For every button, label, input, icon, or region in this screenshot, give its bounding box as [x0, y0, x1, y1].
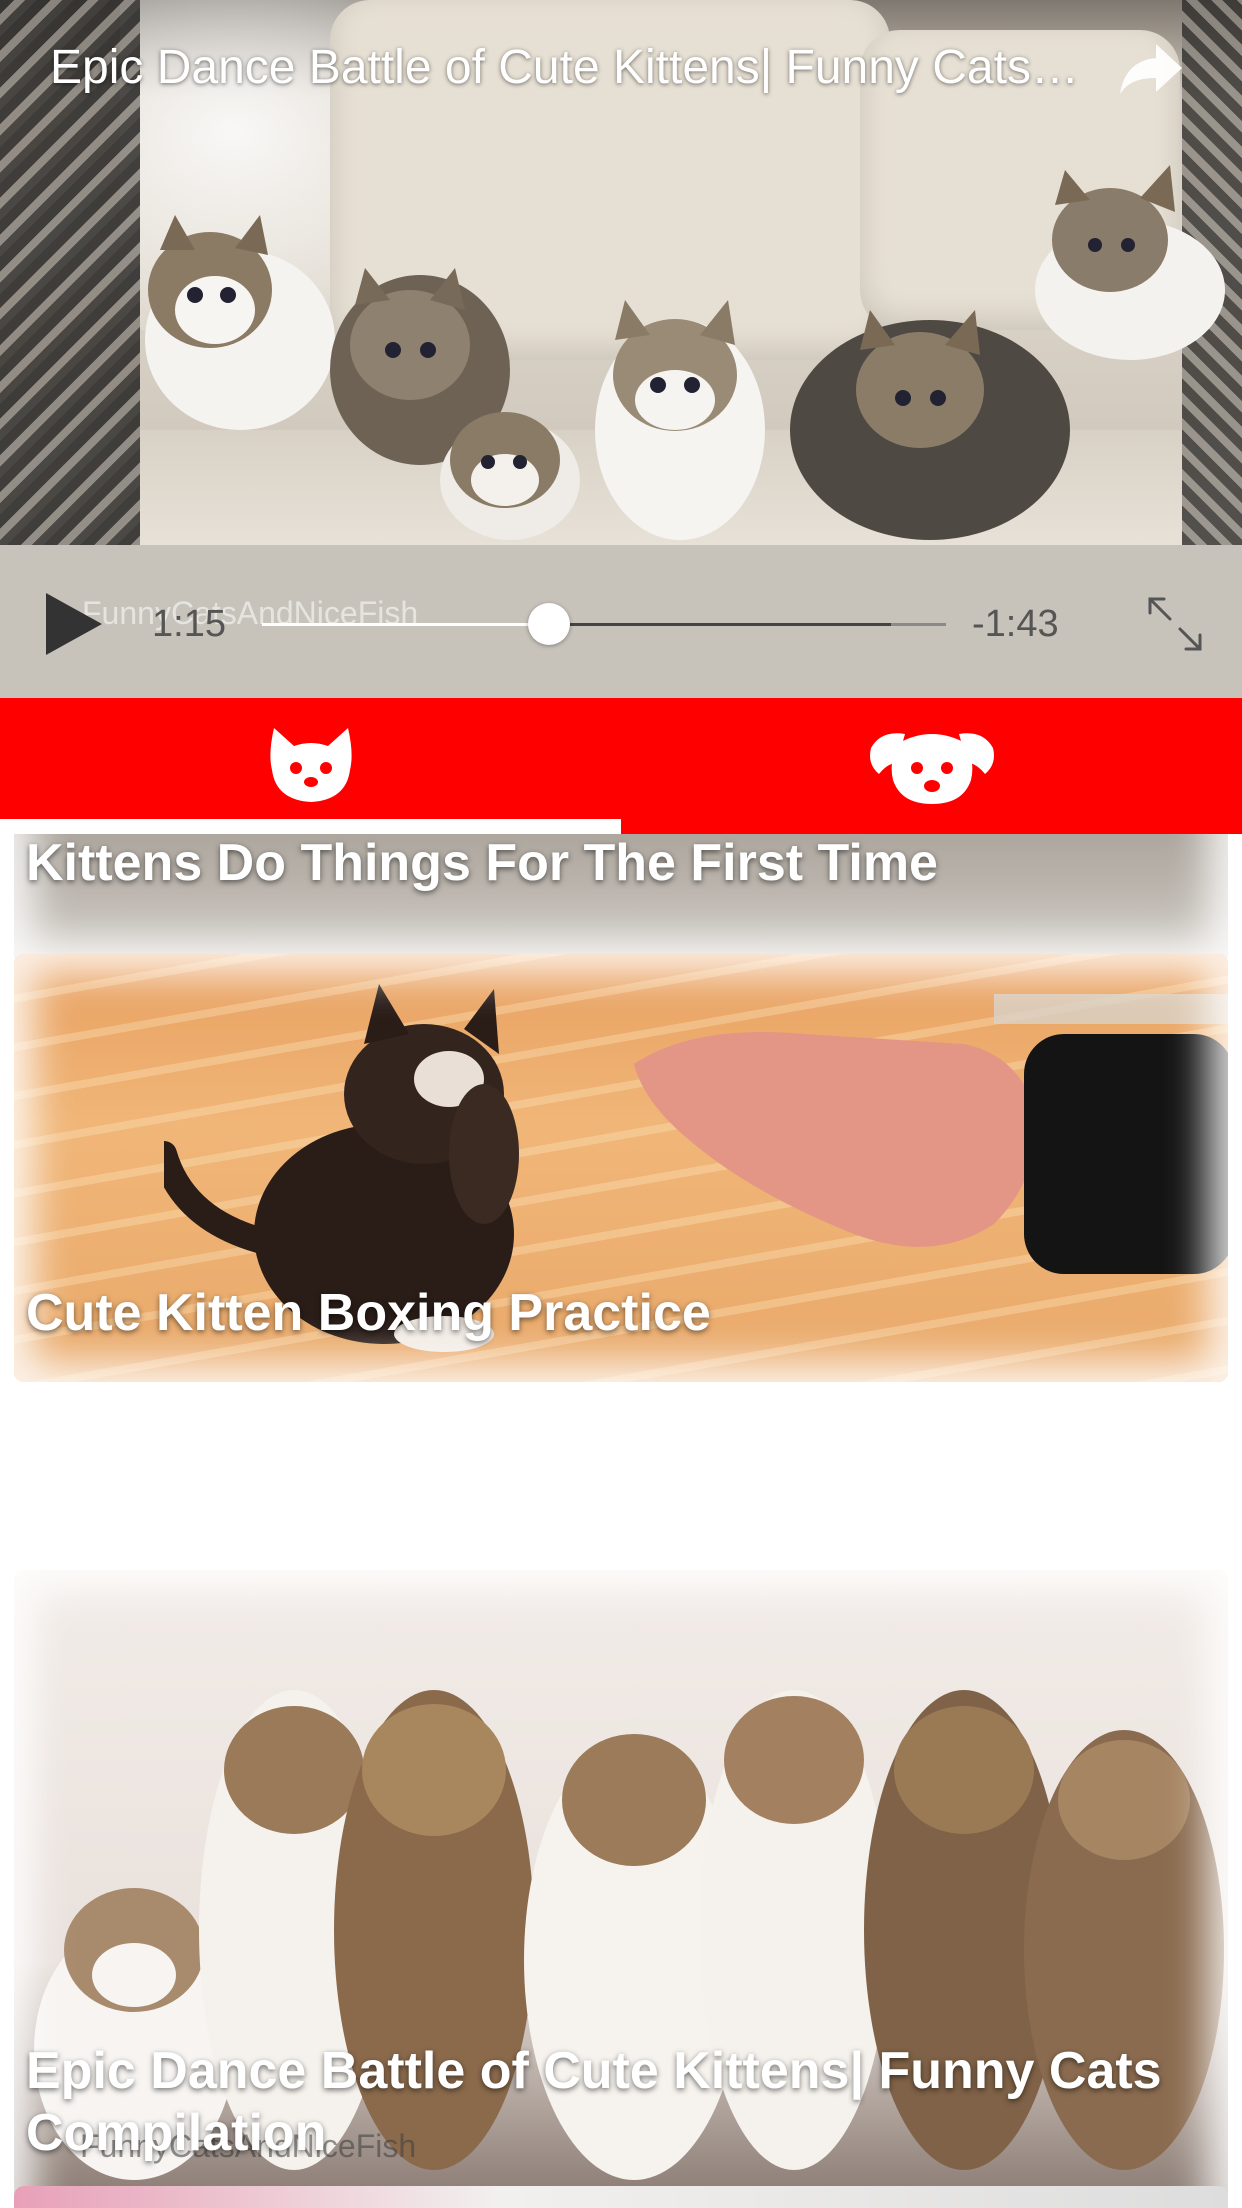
video-card-title: Epic Dance Battle of Cute Kittens| Funny…: [26, 2042, 1162, 2162]
fullscreen-expand-icon[interactable]: [1144, 593, 1206, 655]
time-remaining: -1:43: [972, 603, 1059, 645]
video-feed[interactable]: Kittens Do Things For The First Time Cut…: [0, 834, 1242, 2208]
playback-controls: FunnyCatsAndNiceFish 1:15 -1:43: [0, 545, 1242, 698]
dog-face-icon: [869, 733, 994, 804]
played-progress: [262, 623, 550, 626]
tab-cats[interactable]: [0, 698, 621, 834]
video-player[interactable]: Epic Dance Battle of Cute Kittens| Funny…: [0, 0, 1242, 698]
video-card[interactable]: Kittens Do Things For The First Time: [14, 834, 1228, 964]
progress-slider[interactable]: [262, 603, 946, 645]
channel-watermark: FunnyCatsAndNiceFish: [82, 595, 419, 631]
share-arrow-icon[interactable]: [1118, 40, 1184, 96]
selected-tab-indicator: [0, 819, 621, 834]
category-tab-bar: [0, 698, 1242, 834]
progress-slider-handle[interactable]: [528, 603, 571, 645]
tab-dogs[interactable]: [621, 698, 1242, 834]
time-elapsed: 1:15: [152, 603, 226, 645]
video-card-title: Kittens Do Things For The First Time: [26, 834, 938, 892]
video-card[interactable]: [14, 2186, 1228, 2208]
hand-illustration: [634, 994, 1228, 1274]
cat-face-icon: [269, 728, 352, 802]
video-title: Epic Dance Battle of Cute Kittens| Funny…: [50, 41, 1090, 94]
video-card[interactable]: Cute Kitten Boxing Practice: [14, 954, 1228, 1382]
video-card[interactable]: FunnyCatsAndNiceFish Epic Dance Battle o…: [14, 1570, 1228, 2208]
play-icon[interactable]: [44, 591, 104, 657]
video-card-title: Cute Kitten Boxing Practice: [26, 1284, 711, 1342]
